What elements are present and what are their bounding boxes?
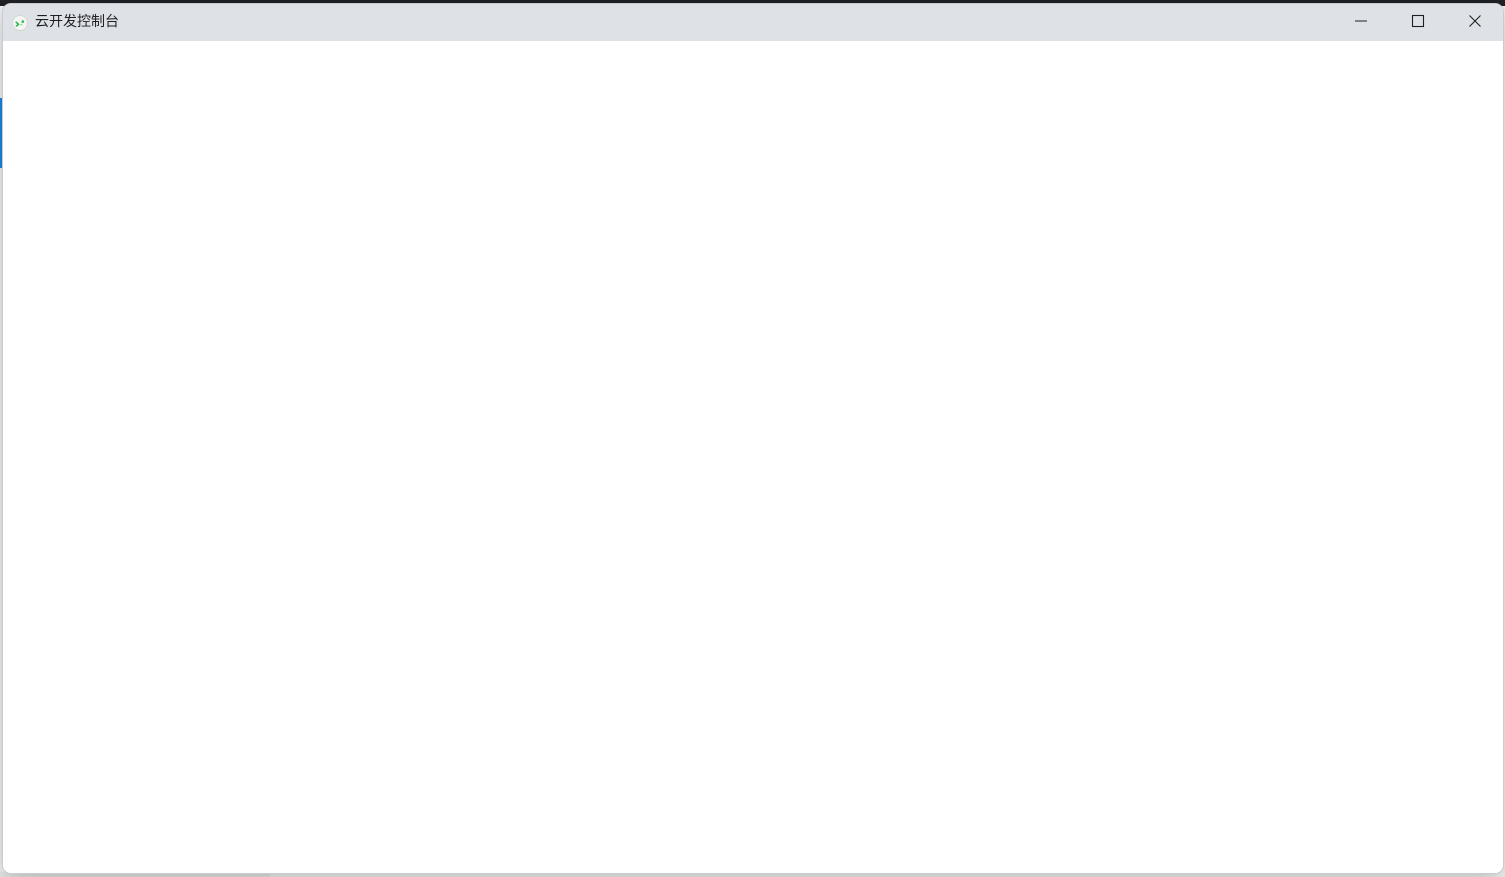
window-title: 云开发控制台: [35, 14, 119, 30]
cloud-dev-console-icon: [12, 14, 28, 31]
close-icon: [1468, 13, 1482, 32]
minimize-icon: [1354, 13, 1368, 32]
close-button[interactable]: [1446, 4, 1503, 41]
maximize-button[interactable]: [1389, 4, 1446, 41]
minimize-button[interactable]: [1332, 4, 1389, 41]
window-titlebar[interactable]: 云开发控制台: [3, 4, 1503, 41]
maximize-icon: [1411, 13, 1425, 32]
window-content-area: [3, 41, 1503, 873]
console-window: 云开发控制台: [3, 4, 1503, 873]
window-controls: [1332, 4, 1503, 41]
